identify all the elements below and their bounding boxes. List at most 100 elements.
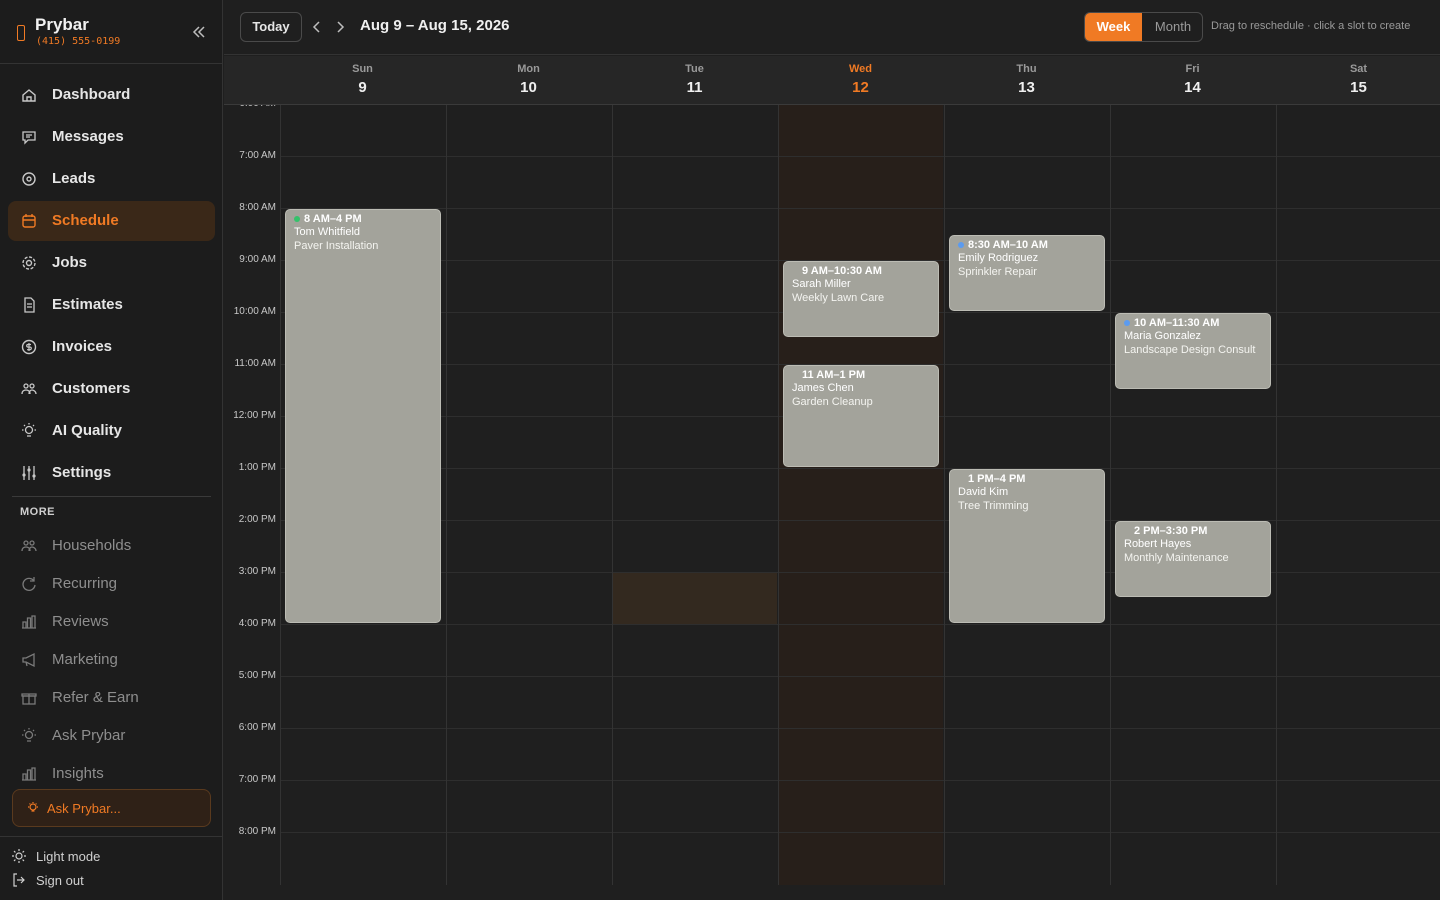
month-view-button[interactable]: Month xyxy=(1142,13,1202,41)
time-label: 7:00 PM xyxy=(238,774,276,785)
day-number: 13 xyxy=(1018,79,1035,96)
sun-icon xyxy=(12,849,26,863)
day-header-sat: Sat 15 xyxy=(1276,56,1440,105)
sidebar-item-label: Dashboard xyxy=(52,86,131,103)
sidebar-item-dashboard[interactable]: Dashboard xyxy=(8,75,215,115)
megaphone-icon xyxy=(22,652,35,668)
map-pin-icon xyxy=(22,172,36,186)
sidebar-item-label: Insights xyxy=(52,765,104,782)
light-mode-label: Light mode xyxy=(36,849,101,864)
appointment-customer: Robert Hayes xyxy=(1124,538,1192,550)
hour-gridline xyxy=(280,624,1440,625)
brand-phone: (415) 555-0199 xyxy=(36,36,121,47)
sidebar-item-estimates[interactable]: Estimates xyxy=(8,285,215,325)
appointment-card[interactable]: 1 PM–4 PM David Kim Tree Trimming xyxy=(949,469,1105,623)
sidebar-item-leads[interactable]: Leads xyxy=(8,159,215,199)
lightbulb-icon xyxy=(28,802,38,812)
sidebar-item-label: Schedule xyxy=(52,212,119,229)
status-dot-icon xyxy=(294,216,300,222)
calendar-toolbar: Today Aug 9 – Aug 15, 2026 Week Month Dr… xyxy=(224,0,1440,55)
day-number: 15 xyxy=(1350,79,1367,96)
appointment-customer: James Chen xyxy=(792,382,854,394)
sidebar-item-label: Jobs xyxy=(52,254,88,271)
week-view-button[interactable]: Week xyxy=(1085,13,1142,41)
sidebar-item-households[interactable]: Households xyxy=(8,529,215,563)
today-button[interactable]: Today xyxy=(240,12,302,42)
appointment-card[interactable]: 8:30 AM–10 AM Emily Rodriguez Sprinkler … xyxy=(949,235,1105,311)
users-icon xyxy=(21,540,37,552)
day-column-divider xyxy=(1110,105,1111,885)
time-label: 10:00 AM xyxy=(233,306,276,317)
sidebar-item-ask-prybar[interactable]: Ask Prybar xyxy=(8,719,215,753)
appointment-time: 8:30 AM–10 AM xyxy=(968,239,1048,251)
chevron-left-icon[interactable] xyxy=(310,17,324,37)
time-label: 8:00 AM xyxy=(239,202,276,213)
document-icon xyxy=(24,297,35,313)
sidebar-divider xyxy=(12,496,211,497)
hovered-time-slot[interactable] xyxy=(612,573,777,625)
sidebar: Prybar (415) 555-0199 Dashboard Messages L… xyxy=(0,0,223,900)
appointment-time: 9 AM–10:30 AM xyxy=(802,265,882,277)
appointment-service: Sprinkler Repair xyxy=(958,266,1037,278)
sidebar-item-refer-earn[interactable]: Refer & Earn xyxy=(8,681,215,715)
day-of-week: Sat xyxy=(1349,63,1368,75)
hour-gridline xyxy=(280,468,1440,469)
day-of-week: Mon xyxy=(517,63,540,75)
day-column-divider xyxy=(280,105,281,885)
appointment-time: 10 AM–11:30 AM xyxy=(1134,317,1220,329)
appointment-service: Tree Trimming xyxy=(958,500,1029,512)
day-column-divider xyxy=(778,105,779,885)
time-label: 5:00 PM xyxy=(238,670,276,681)
message-icon xyxy=(22,131,36,145)
appointment-customer: Emily Rodriguez xyxy=(958,252,1039,264)
ask-prybar-label: Ask Prybar... xyxy=(47,801,121,816)
day-header-sun: Sun 9 xyxy=(280,56,445,105)
day-number: 9 xyxy=(358,79,367,96)
sidebar-item-customers[interactable]: Customers xyxy=(8,369,215,409)
sidebar-item-ai-quality[interactable]: AI Quality xyxy=(8,411,215,451)
sidebar-item-invoices[interactable]: Invoices xyxy=(8,327,215,367)
sidebar-item-label: Marketing xyxy=(52,651,118,668)
appointment-card[interactable]: 10 AM–11:30 AM Maria Gonzalez Landscape … xyxy=(1115,313,1271,389)
day-column-divider xyxy=(446,105,447,885)
appointment-card[interactable]: 2 PM–3:30 PM Robert Hayes Monthly Mainte… xyxy=(1115,521,1271,597)
appointment-customer: Sarah Miller xyxy=(792,278,851,290)
day-number: 10 xyxy=(520,79,537,96)
chevron-right-icon[interactable] xyxy=(333,17,347,37)
day-header-wed: Wed 12 xyxy=(778,56,943,105)
collapse-sidebar-icon[interactable] xyxy=(189,22,209,42)
day-column-divider xyxy=(944,105,945,885)
sign-out-icon xyxy=(13,873,25,887)
day-header-fri: Fri 14 xyxy=(1110,56,1275,105)
brand-name: Prybar xyxy=(35,15,89,34)
day-of-week: Sun xyxy=(352,63,373,75)
sidebar-item-reviews[interactable]: Reviews xyxy=(8,605,215,639)
sidebar-item-label: Leads xyxy=(52,170,96,187)
sidebar-item-insights[interactable]: Insights xyxy=(8,757,215,791)
appointment-card[interactable]: 11 AM–1 PM James Chen Garden Cleanup xyxy=(783,365,939,467)
appointment-customer: Tom Whitfield xyxy=(294,226,361,238)
sidebar-item-label: Ask Prybar xyxy=(52,727,126,744)
sidebar-item-marketing[interactable]: Marketing xyxy=(8,643,215,677)
week-grid: 6:00 AM 7:00 AM 8:00 AM 9:00 AM 10:00 AM 11:0… xyxy=(224,105,1440,885)
appointment-card[interactable]: 9 AM–10:30 AM Sarah Miller Weekly Lawn C… xyxy=(783,261,939,337)
gift-icon xyxy=(21,693,37,705)
sidebar-item-jobs[interactable]: Jobs xyxy=(8,243,215,283)
time-label: 7:00 AM xyxy=(239,150,276,161)
ask-prybar-button[interactable]: Ask Prybar... xyxy=(12,789,211,827)
light-mode-toggle[interactable]: Light mode xyxy=(11,846,211,866)
sign-out-button[interactable]: Sign out xyxy=(11,870,211,890)
sidebar-item-settings[interactable]: Settings xyxy=(8,453,215,493)
sidebar-item-schedule[interactable]: Schedule xyxy=(8,201,215,241)
appointment-time: 2 PM–3:30 PM xyxy=(1134,525,1208,537)
time-label: 9:00 AM xyxy=(239,254,276,265)
time-label: 8:00 PM xyxy=(238,826,276,837)
time-label: 4:00 PM xyxy=(238,618,276,629)
sidebar-item-recurring[interactable]: Recurring xyxy=(8,567,215,601)
sidebar-item-messages[interactable]: Messages xyxy=(8,117,215,157)
sidebar-item-label: Estimates xyxy=(52,296,123,313)
time-label: 2:00 PM xyxy=(238,514,276,525)
appointment-service: Landscape Design Consult xyxy=(1124,344,1256,356)
appointment-card[interactable]: 8 AM–4 PM Tom Whitfield Paver Installati… xyxy=(285,209,441,623)
day-number: 11 xyxy=(686,79,703,96)
